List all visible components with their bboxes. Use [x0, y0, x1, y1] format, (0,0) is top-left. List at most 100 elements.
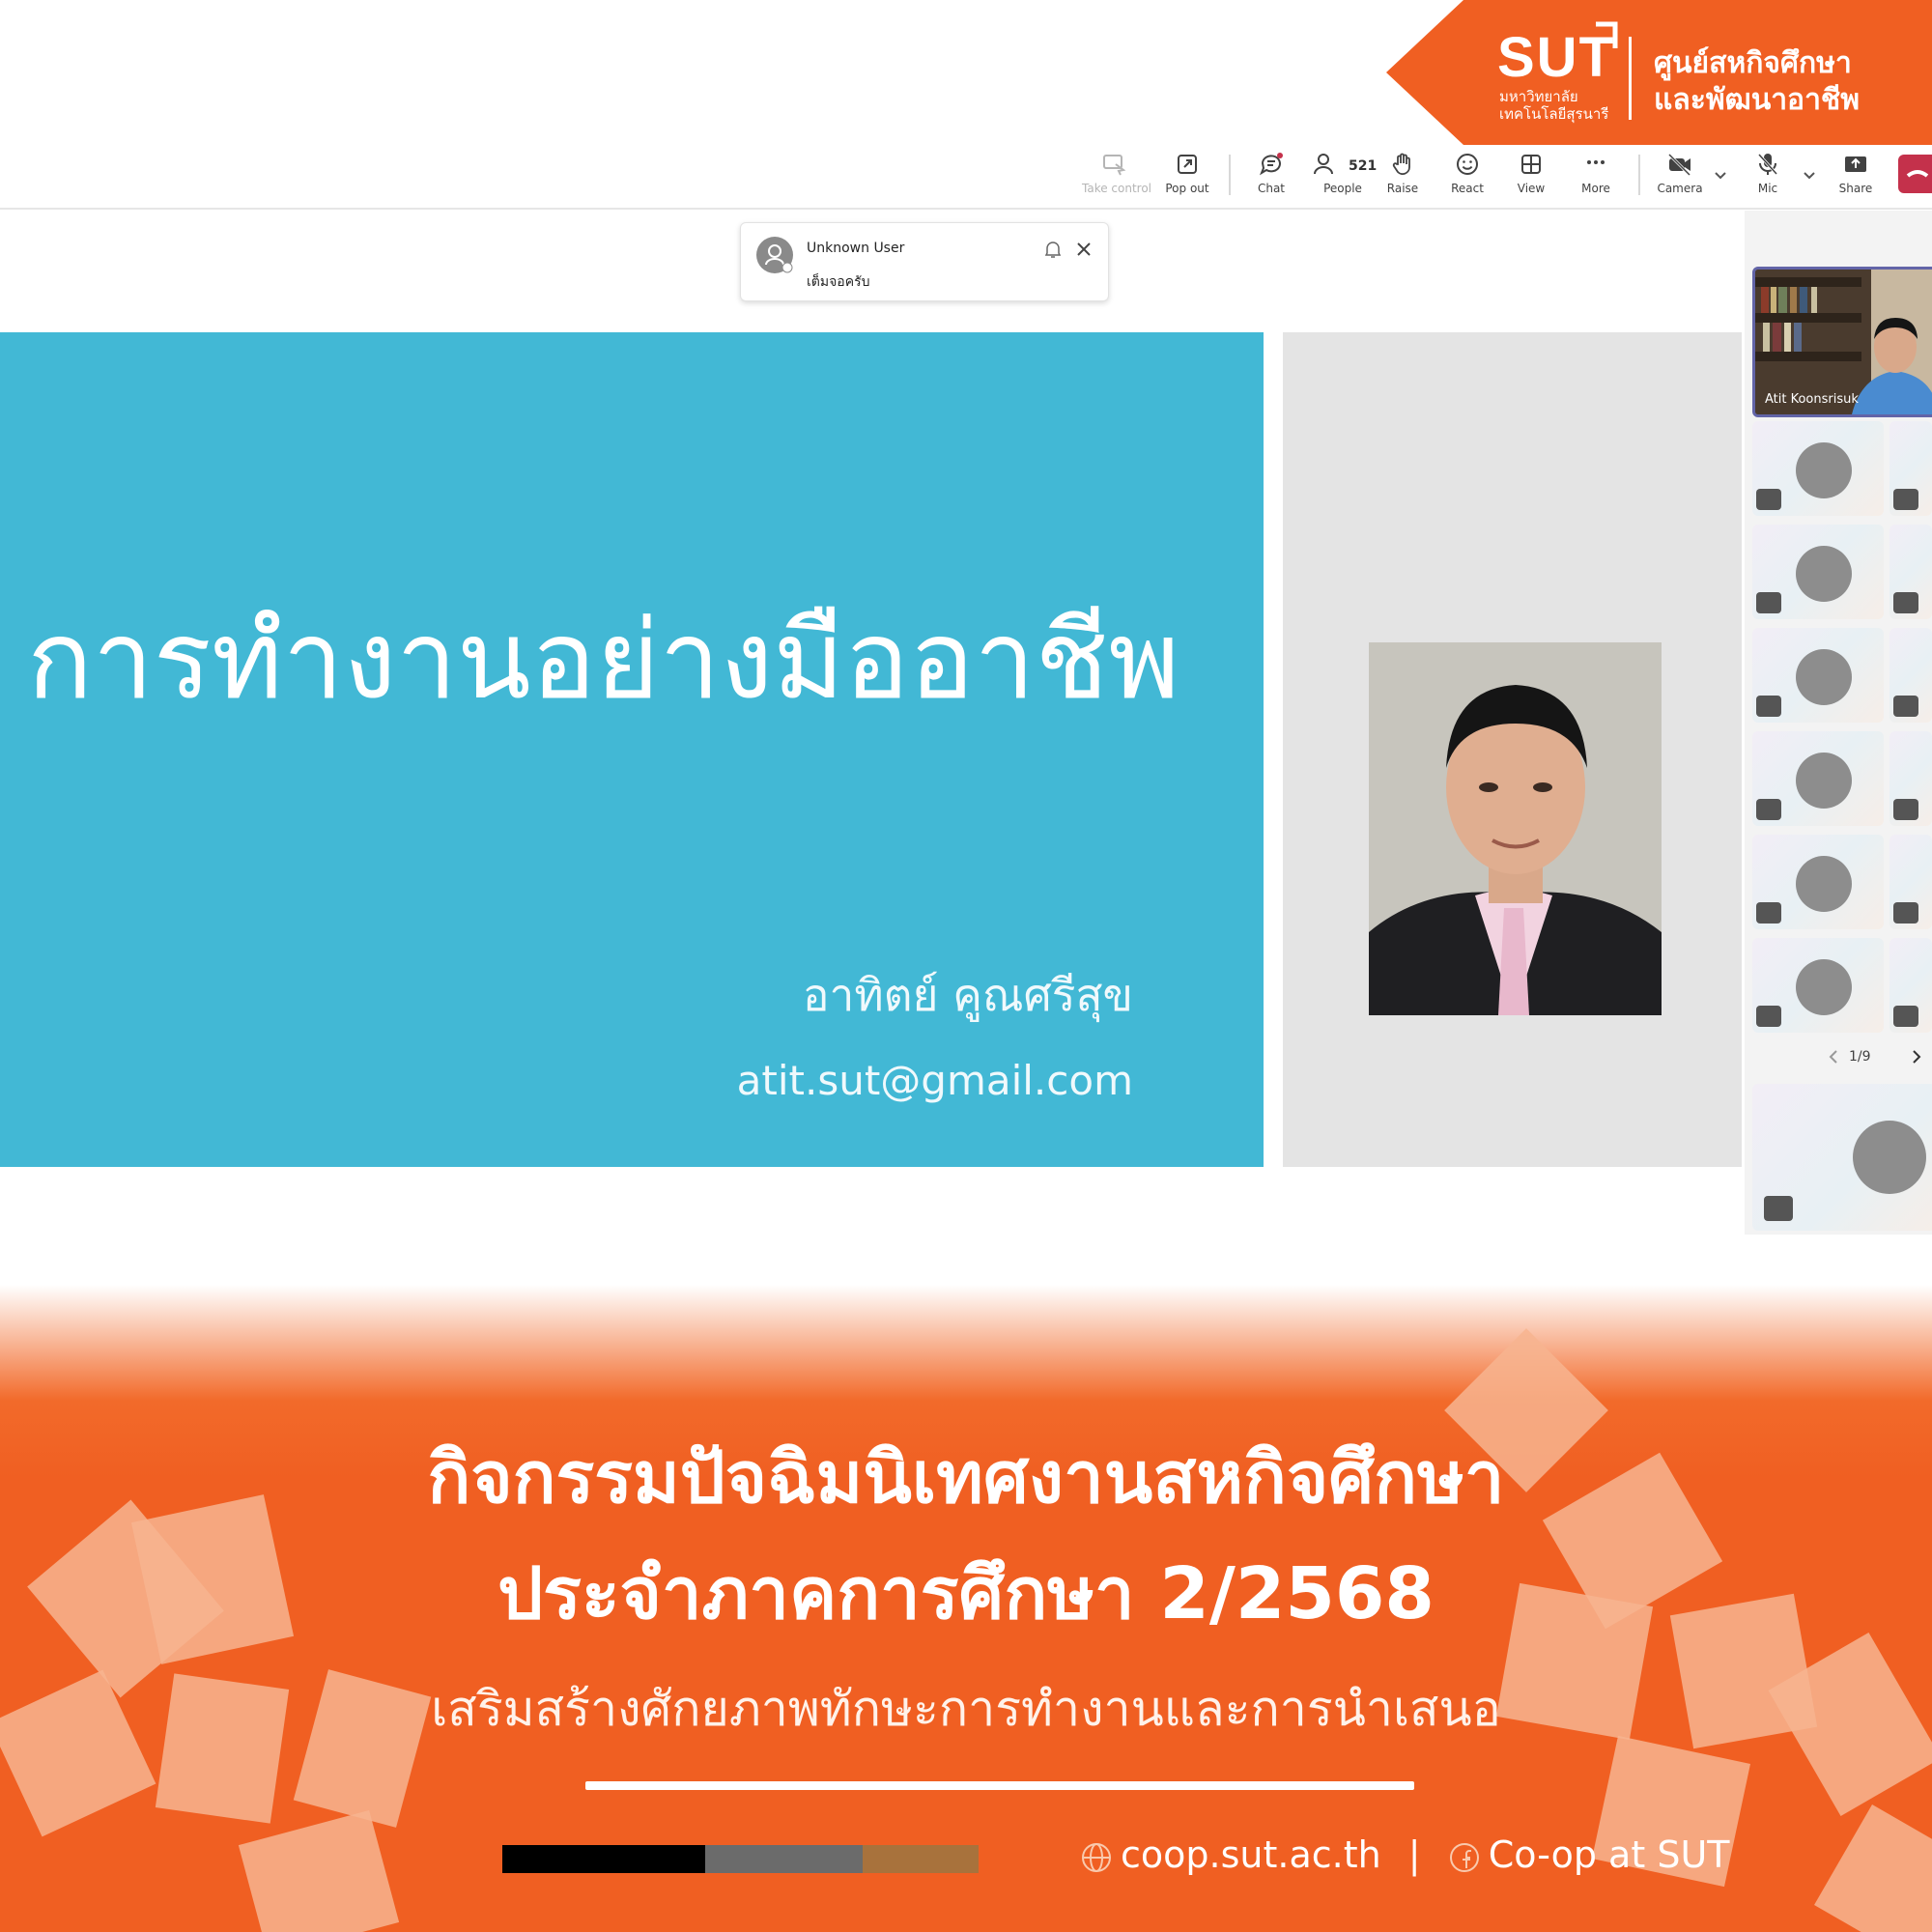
- decorative-shape: [238, 1809, 400, 1932]
- view-label: View: [1517, 182, 1546, 195]
- people-button[interactable]: 521 People: [1304, 151, 1381, 205]
- chat-icon: [1259, 153, 1283, 176]
- hang-up-icon: [1906, 170, 1929, 178]
- color-strip-segment: [705, 1845, 863, 1873]
- mic-button[interactable]: Mic: [1736, 151, 1800, 205]
- share-tray-icon: [1845, 156, 1866, 172]
- participant-tile[interactable]: [1889, 835, 1932, 929]
- teams-meeting-window: Take control Pop out Chat 521 People Rai…: [0, 0, 1932, 1256]
- more-button[interactable]: More: [1564, 151, 1628, 205]
- notification-sender: Unknown User: [807, 241, 905, 256]
- participant-tile[interactable]: [1752, 938, 1884, 1033]
- mic-options-chevron-icon[interactable]: [1801, 166, 1818, 184]
- share-button[interactable]: Share: [1824, 151, 1888, 205]
- chat-button[interactable]: Chat: [1239, 151, 1303, 205]
- facebook-page-link[interactable]: Co-op at SUT: [1489, 1833, 1730, 1876]
- mute-notifications-icon[interactable]: [1042, 239, 1064, 260]
- take-control-button[interactable]: Take control: [1082, 151, 1151, 205]
- react-label: React: [1451, 182, 1484, 195]
- facebook-icon: [1449, 1842, 1479, 1872]
- mic-muted-icon: [1756, 799, 1781, 820]
- contact-footer: coop.sut.ac.th | Co-op at SUT: [1080, 1833, 1729, 1876]
- avatar: [1853, 1121, 1926, 1194]
- avatar: [756, 237, 793, 273]
- participant-tile[interactable]: [1752, 421, 1884, 516]
- website-link[interactable]: coop.sut.ac.th: [1121, 1833, 1381, 1876]
- mic-muted-icon: [1893, 799, 1918, 820]
- people-label: People: [1323, 182, 1362, 195]
- participant-tile[interactable]: [1752, 835, 1884, 929]
- react-button[interactable]: React: [1435, 151, 1499, 205]
- mic-muted-icon: [1893, 902, 1918, 923]
- toolbar-divider: [1638, 155, 1640, 195]
- mic-off-icon: [1757, 153, 1778, 176]
- pop-out-button[interactable]: Pop out: [1155, 151, 1219, 205]
- participant-tile[interactable]: [1889, 421, 1932, 516]
- mic-label: Mic: [1757, 182, 1778, 195]
- avatar: [1796, 442, 1852, 498]
- people-icon: [1314, 154, 1333, 175]
- banner-divider-rule: [585, 1781, 1414, 1790]
- mic-muted-icon: [1756, 1006, 1781, 1027]
- grid-view-icon: [1521, 155, 1541, 174]
- avatar: [1796, 753, 1852, 809]
- share-label: Share: [1838, 182, 1873, 195]
- participant-tile[interactable]: [1889, 628, 1932, 723]
- badge-divider: [1629, 37, 1632, 120]
- raise-label: Raise: [1386, 182, 1419, 195]
- banner-subtitle: เสริมสร้างศักยภาพทักษะการทำงานและการนำเส…: [431, 1681, 1501, 1737]
- slide-presenter-name: อาทิตย์ คูณศรีสุข: [802, 969, 1133, 1021]
- mic-muted-icon: [1756, 902, 1781, 923]
- participant-tile[interactable]: [1752, 525, 1884, 619]
- presenter-portrait-photo: [1369, 642, 1662, 1015]
- color-strip-segment: [502, 1845, 705, 1873]
- mic-muted-icon: [1893, 592, 1918, 613]
- participant-gallery: Atit Koonsrisuk 1/9: [1745, 211, 1932, 1235]
- pop-out-label: Pop out: [1165, 182, 1209, 195]
- participant-tile[interactable]: [1889, 525, 1932, 619]
- raise-hand-button[interactable]: Raise: [1371, 151, 1435, 205]
- smiley-icon: [1457, 154, 1478, 175]
- chat-notification-toast[interactable]: Unknown User เต็มจอครับ: [740, 222, 1109, 301]
- banner-title-line1: กิจกรรมปัจฉิมนิเทศงานสหกิจศึกษา: [427, 1436, 1505, 1520]
- avatar: [1796, 959, 1852, 1015]
- mic-muted-icon: [1764, 1196, 1793, 1221]
- more-label: More: [1581, 182, 1610, 195]
- participant-tile[interactable]: [1752, 628, 1884, 723]
- take-control-icon: [1103, 155, 1126, 176]
- avatar: [1796, 649, 1852, 705]
- participant-tile[interactable]: [1889, 938, 1932, 1033]
- mic-muted-icon: [1756, 489, 1781, 510]
- more-dots-icon: [1587, 160, 1605, 164]
- participant-tile[interactable]: [1752, 731, 1884, 826]
- footer-separator: |: [1407, 1833, 1421, 1876]
- slide-photo-panel: [1283, 332, 1742, 1167]
- active-speaker-name: Atit Koonsrisuk: [1765, 392, 1859, 407]
- leave-call-button[interactable]: [1898, 155, 1932, 193]
- active-speaker-video-tile[interactable]: Atit Koonsrisuk: [1752, 267, 1932, 417]
- mic-muted-icon: [1756, 592, 1781, 613]
- avatar: [1796, 546, 1852, 602]
- close-icon[interactable]: [1073, 239, 1094, 260]
- chat-label: Chat: [1257, 182, 1286, 195]
- view-button[interactable]: View: [1499, 151, 1563, 205]
- mic-muted-icon: [1893, 696, 1918, 717]
- toolbar-divider: [1229, 155, 1231, 195]
- slide-title: การทำงานอย่างมืออาชีพ: [27, 598, 1180, 724]
- camera-button[interactable]: Camera: [1648, 151, 1712, 205]
- camera-options-chevron-icon[interactable]: [1712, 166, 1729, 184]
- pop-out-icon: [1178, 155, 1197, 174]
- pager-next-chevron-icon[interactable]: [1909, 1047, 1924, 1066]
- globe-icon: [1082, 1842, 1111, 1872]
- mic-muted-icon: [1756, 696, 1781, 717]
- participant-tile[interactable]: [1889, 731, 1932, 826]
- color-strip-segment: [863, 1845, 979, 1873]
- sut-logo-subtitle: เทคโนโลยีสุรนารี: [1499, 105, 1609, 123]
- presentation-slide: การทำงานอย่างมืออาชีพ อาทิตย์ คูณศรีสุข …: [0, 332, 1264, 1167]
- self-view-tile[interactable]: [1752, 1084, 1932, 1231]
- gallery-page-indicator: 1/9: [1849, 1049, 1871, 1065]
- meeting-toolbar: [0, 145, 1932, 210]
- camera-off-icon: [1667, 153, 1691, 177]
- raise-hand-icon: [1392, 153, 1410, 175]
- pager-prev-chevron-icon[interactable]: [1826, 1047, 1841, 1066]
